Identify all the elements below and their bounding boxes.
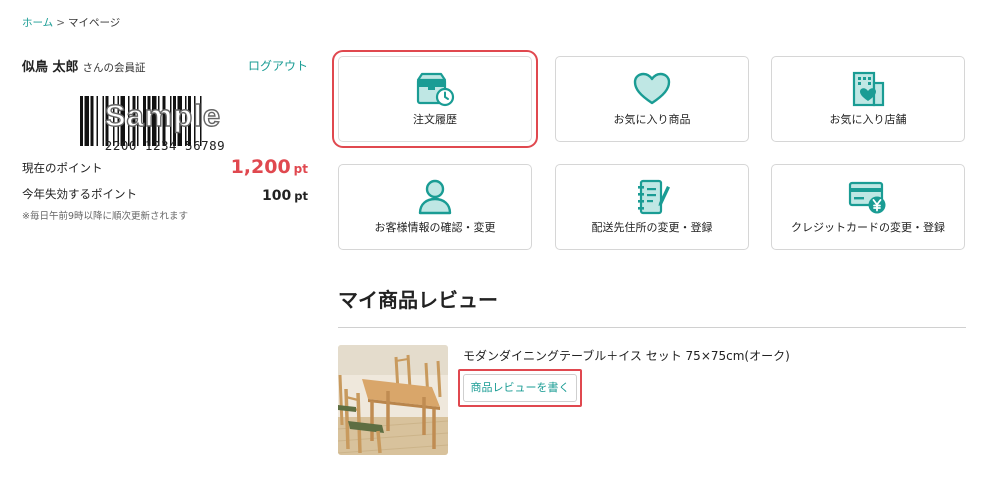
review-divider [338, 327, 966, 328]
address-book-icon [638, 179, 670, 215]
breadcrumb: ホーム > マイページ [22, 15, 120, 30]
member-name-suffix: さんの会員証 [82, 62, 146, 74]
tile-credit-card[interactable]: クレジットカードの変更・登録 [771, 164, 965, 250]
member-card: 似鳥 太郎 さんの会員証 ログアウト Sample 2200 1234 56789… [22, 56, 308, 222]
user-icon [418, 179, 452, 215]
breadcrumb-separator: > [56, 17, 65, 29]
current-points-row: 現在のポイント 1,200 pt [22, 156, 308, 178]
logout-link[interactable]: ログアウト [248, 57, 308, 74]
member-card-number: 2200 1234 56789 [104, 138, 226, 153]
breadcrumb-current: マイページ [68, 17, 121, 29]
expiring-points-unit: pt [294, 189, 308, 203]
store-icon [852, 71, 885, 107]
expiring-points-row: 今年失効するポイント 100 pt [22, 184, 308, 204]
tile-customer-info[interactable]: お客様情報の確認・変更 [338, 164, 532, 250]
current-points-value-group: 1,200 pt [231, 156, 308, 178]
tile-credit-card-label: クレジットカードの変更・登録 [791, 221, 945, 234]
product-image[interactable] [338, 345, 448, 455]
points-update-note: ※毎日午前9時以降に順次更新されます [22, 211, 189, 222]
tile-favorite-stores-label: お気に入り店舗 [829, 113, 907, 126]
tile-customer-info-label: お客様情報の確認・変更 [374, 221, 496, 234]
credit-card-yen-icon [848, 181, 886, 214]
tile-favorite-stores[interactable]: お気に入り店舗 [771, 56, 965, 142]
order-history-icon [416, 72, 455, 107]
expiring-points-value: 100 [262, 188, 292, 204]
barcode-watermark: Sample [104, 97, 222, 133]
expiring-points-label: 今年失効するポイント [22, 187, 137, 201]
tile-order-history[interactable]: 注文履歴 [338, 56, 532, 142]
write-review-button[interactable]: 商品レビューを書く [463, 374, 577, 402]
tile-favorite-products-label: お気に入り商品 [613, 113, 691, 126]
review-section-title: マイ商品レビュー [338, 288, 498, 312]
product-name-link[interactable]: モダンダイニングテーブル＋イス セット 75×75cm(オーク) [463, 347, 790, 364]
member-name: 似鳥 太郎 [22, 60, 79, 75]
heart-icon [633, 72, 671, 105]
tile-favorite-products[interactable]: お気に入り商品 [555, 56, 749, 142]
tile-shipping-address-label: 配送先住所の変更・登録 [591, 221, 713, 234]
member-name-row: 似鳥 太郎 さんの会員証 ログアウト [22, 56, 308, 78]
expiring-points-value-group: 100 pt [262, 185, 308, 204]
tile-order-history-label: 注文履歴 [413, 113, 457, 126]
breadcrumb-home-link[interactable]: ホーム [22, 17, 53, 29]
tile-shipping-address[interactable]: 配送先住所の変更・登録 [555, 164, 749, 250]
current-points-value: 1,200 [230, 156, 291, 178]
current-points-unit: pt [293, 162, 308, 176]
current-points-label: 現在のポイント [22, 161, 103, 175]
